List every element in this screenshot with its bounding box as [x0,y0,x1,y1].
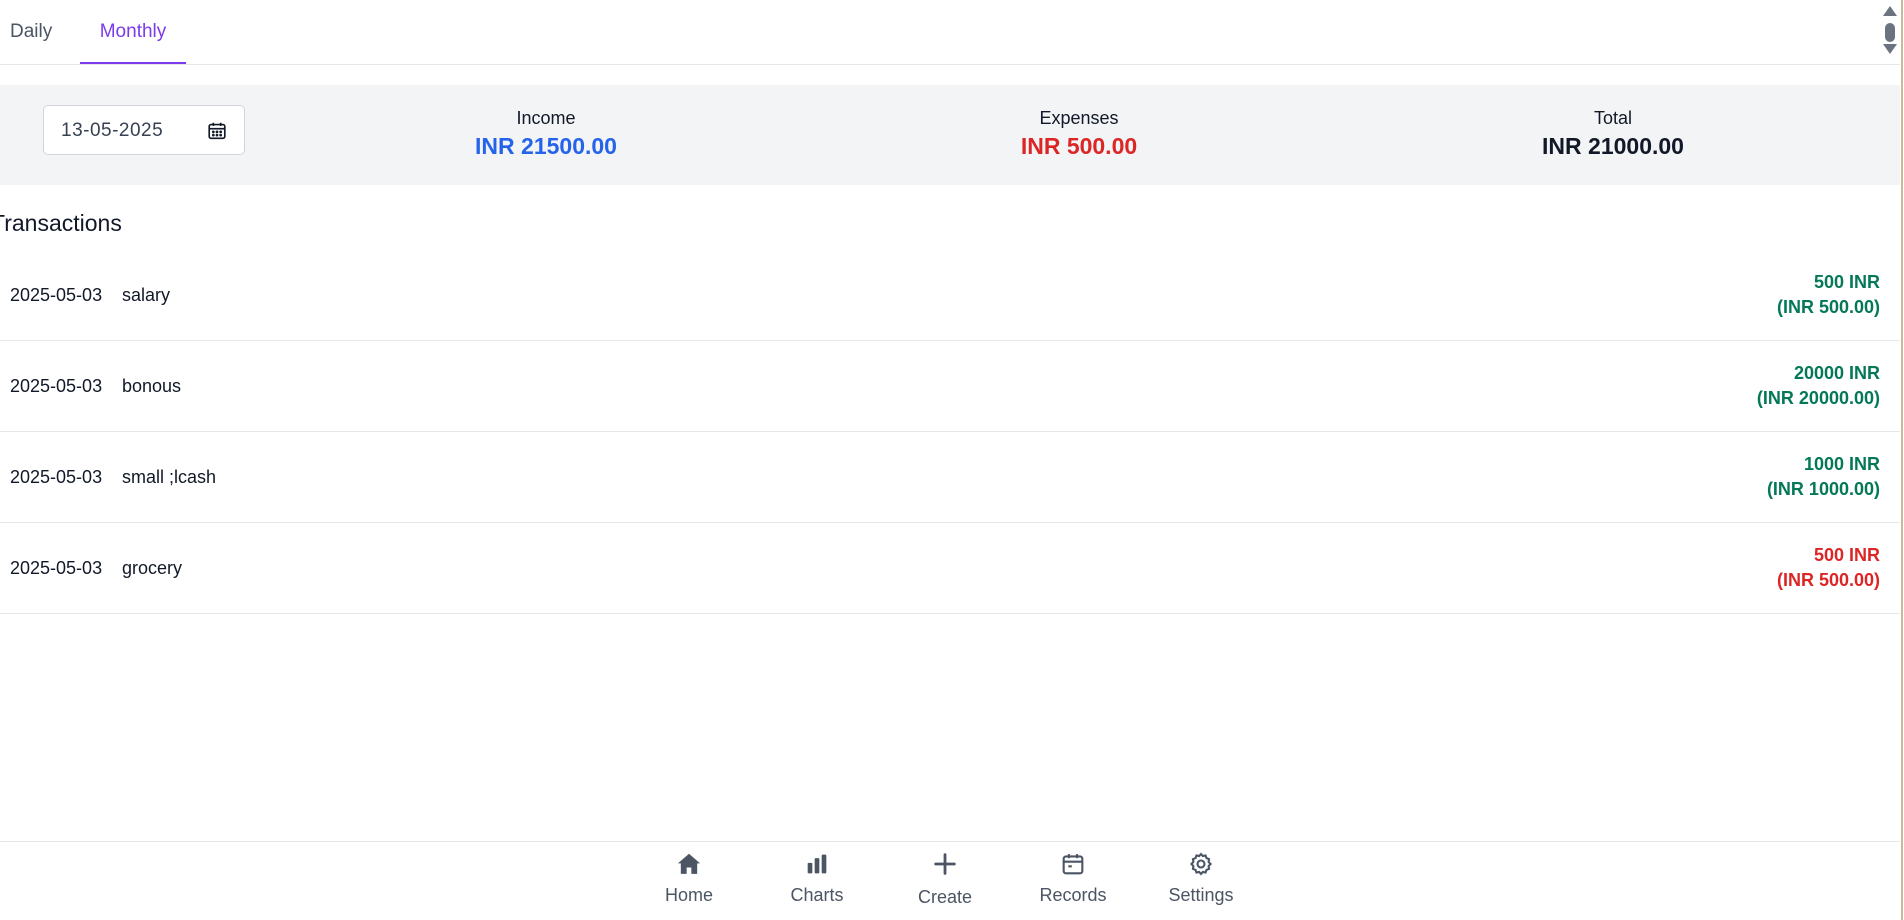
transaction-date: 2025-05-03 [10,467,103,487]
transaction-amount: 1000 INR [1803,454,1880,474]
transaction-amounts: 500 INR (INR 500.00) [1777,270,1880,320]
gear-icon [1190,852,1212,876]
expenses-summary: Expenses INR 500.00 [979,107,1179,161]
scrollbar[interactable] [1878,0,1902,920]
calendar-icon[interactable] [206,120,228,142]
transaction-amount: 20000 INR [1793,363,1880,383]
transaction-note: bonous [122,376,182,396]
transaction-note: salary [122,285,171,305]
date-value: 13-05-2025 [61,120,164,141]
tab-daily[interactable]: Daily [10,0,60,63]
nav-home-label: Home [664,885,713,905]
income-label: Income [516,108,576,128]
transaction-converted-amount: (INR 1000.00) [1766,479,1880,499]
transaction-converted-amount: (INR 20000.00) [1756,388,1880,408]
plus-icon [934,853,956,875]
transaction-amount: 500 INR [1813,272,1880,292]
nav-create[interactable]: Create [895,850,995,908]
transaction-converted-amount: (INR 500.00) [1776,297,1880,317]
transaction-amounts: 20000 INR (INR 20000.00) [1757,361,1880,411]
period-tabs: Daily Monthly [0,0,1900,65]
nav-records-label: Records [1039,885,1107,905]
nav-home[interactable]: Home [639,850,739,906]
tab-monthly[interactable]: Monthly [80,0,186,64]
transactions-list: 2025-05-03 salary 500 INR (INR 500.00) 2… [0,250,1900,614]
transaction-row[interactable]: 2025-05-03 small ;lcash 1000 INR (INR 10… [0,432,1900,523]
expenses-label: Expenses [1039,108,1119,128]
transaction-note: grocery [122,558,183,578]
expenses-value: INR 500.00 [1020,133,1138,159]
bar-chart-icon [807,854,827,874]
nav-records[interactable]: Records [1023,850,1123,906]
transaction-date: 2025-05-03 [10,376,103,396]
app-root: Daily Monthly 13-05-2025 Income INR 2150… [0,0,1903,920]
transaction-row[interactable]: 2025-05-03 bonous 20000 INR (INR 20000.0… [0,341,1900,432]
transaction-note: small ;lcash [122,467,217,487]
date-picker-input[interactable]: 13-05-2025 [43,105,245,155]
transaction-date: 2025-05-03 [10,285,103,305]
summary-bar: 13-05-2025 Income INR 21500.00 Expenses … [0,85,1900,185]
scroll-down-arrow-icon[interactable] [1883,44,1897,54]
home-icon [677,853,701,874]
transaction-row[interactable]: 2025-05-03 grocery 500 INR (INR 500.00) [0,523,1900,614]
income-value: INR 21500.00 [475,133,617,159]
total-summary: Total INR 21000.00 [1513,107,1713,161]
bottom-nav: Home Charts Create Records Settings [0,841,1900,920]
scroll-up-arrow-icon[interactable] [1883,6,1897,16]
total-label: Total [1593,108,1633,128]
nav-settings[interactable]: Settings [1151,850,1251,906]
nav-settings-label: Settings [1168,885,1234,905]
nav-charts[interactable]: Charts [767,850,867,906]
income-summary: Income INR 21500.00 [446,107,646,161]
transaction-amounts: 500 INR (INR 500.00) [1777,543,1880,593]
window-edge [1901,0,1903,920]
transaction-date: 2025-05-03 [10,558,103,578]
transaction-converted-amount: (INR 500.00) [1776,570,1880,590]
transaction-row[interactable]: 2025-05-03 salary 500 INR (INR 500.00) [0,250,1900,341]
calendar-icon [1062,854,1084,875]
nav-charts-label: Charts [790,885,844,905]
total-value: INR 21000.00 [1542,133,1684,159]
transaction-amounts: 1000 INR (INR 1000.00) [1767,452,1880,502]
scrollbar-thumb[interactable] [1885,23,1895,42]
nav-create-label: Create [917,887,973,907]
transactions-title: Transactions [0,210,122,236]
transaction-amount: 500 INR [1813,545,1880,565]
